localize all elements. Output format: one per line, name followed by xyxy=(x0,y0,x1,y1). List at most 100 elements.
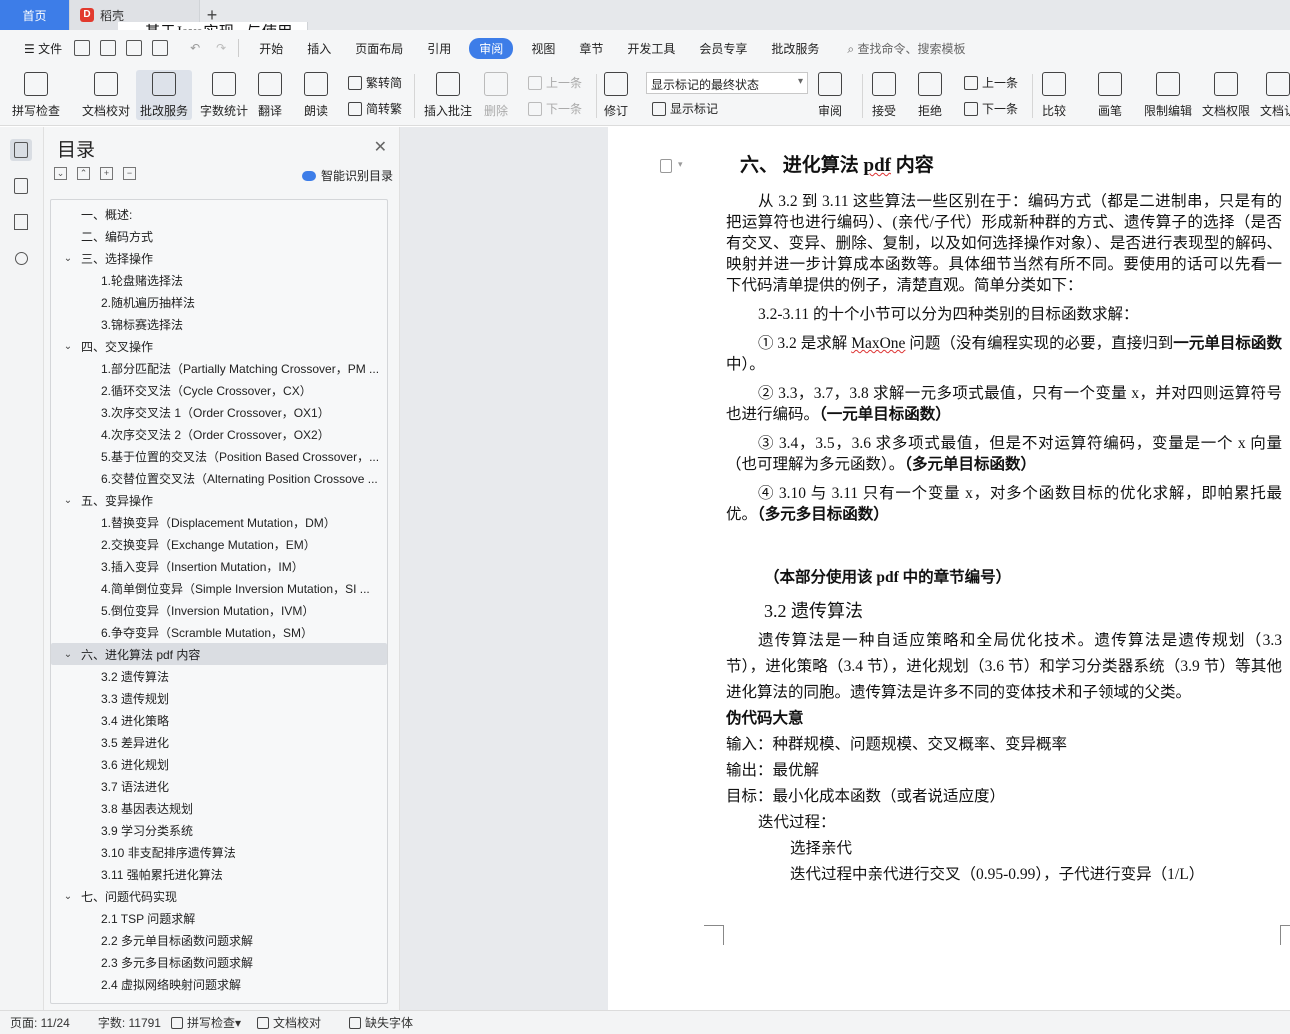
word-count-button[interactable]: 字数统计 xyxy=(200,72,248,119)
accept-button[interactable]: 接受 xyxy=(872,72,896,119)
menu-reference[interactable]: 引用 xyxy=(427,40,451,57)
word-count[interactable]: 字数: 11791 xyxy=(98,1014,161,1031)
bookmark-icon[interactable] xyxy=(10,211,32,233)
collapse-all-icon[interactable]: ⌃ xyxy=(77,167,90,180)
toc-item[interactable]: 3.3 遗传规划 xyxy=(51,687,387,709)
prev-comment-button[interactable]: 上一条 xyxy=(528,74,582,91)
export-icon[interactable] xyxy=(100,40,117,56)
chapter-nav-icon[interactable] xyxy=(10,175,32,197)
spell-check-status[interactable]: 拼写检查 ▾ xyxy=(170,1014,241,1031)
toc-item[interactable]: 2.3 多元多目标函数问题求解 xyxy=(51,951,387,973)
toc-item[interactable]: 5.倒位变异（Inversion Mutation，IVM） xyxy=(51,599,387,621)
review-pane-button[interactable]: 审阅 xyxy=(818,72,842,119)
page-indicator[interactable]: 页面: 11/24 xyxy=(10,1014,70,1031)
markup-state-select[interactable]: 显示标记的最终状态 xyxy=(646,72,808,94)
menu-view[interactable]: 视图 xyxy=(531,40,555,57)
read-aloud-button[interactable]: 朗读 xyxy=(304,72,328,119)
menu-review[interactable]: 审阅 xyxy=(469,37,514,59)
toc-item[interactable]: 6.争夺变异（Scramble Mutation，SM） xyxy=(51,621,387,643)
toc-item[interactable]: 2.交换变异（Exchange Mutation，EM） xyxy=(51,533,387,555)
print-icon[interactable] xyxy=(126,40,143,56)
smart-toc-button[interactable]: 智能识别目录 xyxy=(301,167,393,184)
chevron-down-icon[interactable]: ⌄ xyxy=(61,495,75,506)
restrict-edit-button[interactable]: 限制编辑 xyxy=(1144,72,1192,119)
menu-member[interactable]: 会员专享 xyxy=(699,40,747,57)
correction-service-button[interactable]: 批改服务 xyxy=(136,70,193,120)
toc-item[interactable]: 4.次序交叉法 2（Order Crossover，OX2） xyxy=(51,423,387,445)
menu-layout[interactable]: 页面布局 xyxy=(355,40,403,57)
menu-start[interactable]: 开始 xyxy=(259,40,283,57)
toc-panel-icon[interactable] xyxy=(10,139,32,161)
toc-item[interactable]: 3.5 差异进化 xyxy=(51,731,387,753)
toc-item[interactable]: 1.部分匹配法（Partially Matching Crossover，PM … xyxy=(51,357,387,379)
toc-item[interactable]: ⌄ 六、进化算法 pdf 内容 xyxy=(51,643,387,665)
toc-item[interactable]: 4.简单倒位变异（Simple Inversion Mutation，SI ..… xyxy=(51,577,387,599)
toc-item[interactable]: 一、概述: xyxy=(51,203,387,225)
redo-icon[interactable]: ↷ xyxy=(216,41,226,55)
next-comment-button[interactable]: 下一条 xyxy=(528,100,582,117)
toc-item[interactable]: ⌄ 三、选择操作 xyxy=(51,247,387,269)
reject-button[interactable]: 拒绝 xyxy=(918,72,942,119)
chevron-down-icon[interactable]: ⌄ xyxy=(61,649,75,660)
revise-button[interactable]: 修订 xyxy=(604,72,628,119)
translate-button[interactable]: 翻译 xyxy=(258,72,282,119)
chevron-down-icon[interactable]: ▾ xyxy=(678,159,683,170)
spell-check-button[interactable]: 拼写检查 xyxy=(12,72,60,119)
toc-item[interactable]: 3.4 进化策略 xyxy=(51,709,387,731)
toc-item[interactable]: ⌄ 四、交叉操作 xyxy=(51,335,387,357)
document-body[interactable]: 六、 进化算法 pdf 内容 从 3.2 到 3.11 这些算法一些区别在于：编… xyxy=(726,149,1282,888)
toc-item[interactable]: 6.交替位置交叉法（Alternating Position Crossove … xyxy=(51,467,387,489)
undo-icon[interactable]: ↶ xyxy=(190,41,200,55)
chevron-down-icon[interactable]: ⌄ xyxy=(61,253,75,264)
toc-item[interactable]: 3.6 进化规划 xyxy=(51,753,387,775)
menu-insert[interactable]: 插入 xyxy=(307,40,331,57)
toc-item[interactable]: 2.循环交叉法（Cycle Crossover，CX） xyxy=(51,379,387,401)
toc-item[interactable]: 3.9 学习分类系统 xyxy=(51,819,387,841)
toc-item[interactable]: 2.4 虚拟网络映射问题求解 xyxy=(51,973,387,995)
doc-proof-button[interactable]: 文档校对 xyxy=(82,72,130,119)
pen-button[interactable]: 画笔 xyxy=(1098,72,1122,119)
expand-all-icon[interactable]: ⌄ xyxy=(54,167,67,180)
toc-item[interactable]: 3.2 遗传算法 xyxy=(51,665,387,687)
simp-to-trad-button[interactable]: 简转繁 xyxy=(348,100,402,117)
toc-item[interactable]: 3.锦标赛选择法 xyxy=(51,313,387,335)
doc-cert-button[interactable]: 文档认 xyxy=(1260,72,1290,119)
compare-button[interactable]: 比较 xyxy=(1042,72,1066,119)
save-icon[interactable] xyxy=(74,40,91,56)
toc-item[interactable]: 3.插入变异（Insertion Mutation，IM） xyxy=(51,555,387,577)
menu-devtools[interactable]: 开发工具 xyxy=(627,40,675,57)
preview-icon[interactable] xyxy=(152,40,169,56)
doc-permission-button[interactable]: 文档权限 xyxy=(1202,72,1250,119)
close-icon[interactable]: ✕ xyxy=(374,137,387,157)
toc-item[interactable]: 3.10 非支配排序遗传算法 xyxy=(51,841,387,863)
chevron-down-icon[interactable]: ⌄ xyxy=(61,891,75,902)
toc-item[interactable]: 1.轮盘赌选择法 xyxy=(51,269,387,291)
next-change-button[interactable]: 下一条 xyxy=(964,100,1018,117)
toc-item[interactable]: 2.2 多元单目标函数问题求解 xyxy=(51,929,387,951)
command-search[interactable]: ⌕ 查找命令、搜索模板 xyxy=(847,40,965,57)
delete-comment-button[interactable]: 删除 xyxy=(484,72,508,119)
prev-change-button[interactable]: 上一条 xyxy=(964,74,1018,91)
toc-item[interactable]: 1.替换变异（Displacement Mutation，DM） xyxy=(51,511,387,533)
search-icon[interactable] xyxy=(10,247,32,269)
toc-item[interactable]: 二、编码方式 xyxy=(51,225,387,247)
add-heading-icon[interactable]: + xyxy=(100,167,113,180)
trad-to-simp-button[interactable]: 繁转简 xyxy=(348,74,402,91)
toc-item[interactable]: 2.随机遍历抽样法 xyxy=(51,291,387,313)
insert-comment-button[interactable]: 插入批注 xyxy=(424,72,472,119)
remove-heading-icon[interactable]: − xyxy=(123,167,136,180)
chevron-down-icon[interactable]: ⌄ xyxy=(61,341,75,352)
toc-item[interactable]: 5.基于位置的交叉法（Position Based Crossover，... xyxy=(51,445,387,467)
show-markup-button[interactable]: 显示标记 xyxy=(652,100,718,117)
menu-correction[interactable]: 批改服务 xyxy=(771,40,819,57)
toc-item[interactable]: 3.7 语法进化 xyxy=(51,775,387,797)
toc-item[interactable]: ⌄ 七、问题代码实现 xyxy=(51,885,387,907)
missing-font-status[interactable]: 缺失字体 xyxy=(349,1014,413,1031)
toc-item[interactable]: ⌄ 五、变异操作 xyxy=(51,489,387,511)
toc-item[interactable]: 3.11 强帕累托进化算法 xyxy=(51,863,387,885)
doc-proof-status[interactable]: 文档校对 xyxy=(257,1014,321,1031)
menu-chapter[interactable]: 章节 xyxy=(579,40,603,57)
tab-home[interactable]: 首页 xyxy=(0,0,70,30)
paragraph-icon[interactable] xyxy=(660,159,672,173)
file-menu[interactable]: ☰ 文件 xyxy=(24,40,62,57)
